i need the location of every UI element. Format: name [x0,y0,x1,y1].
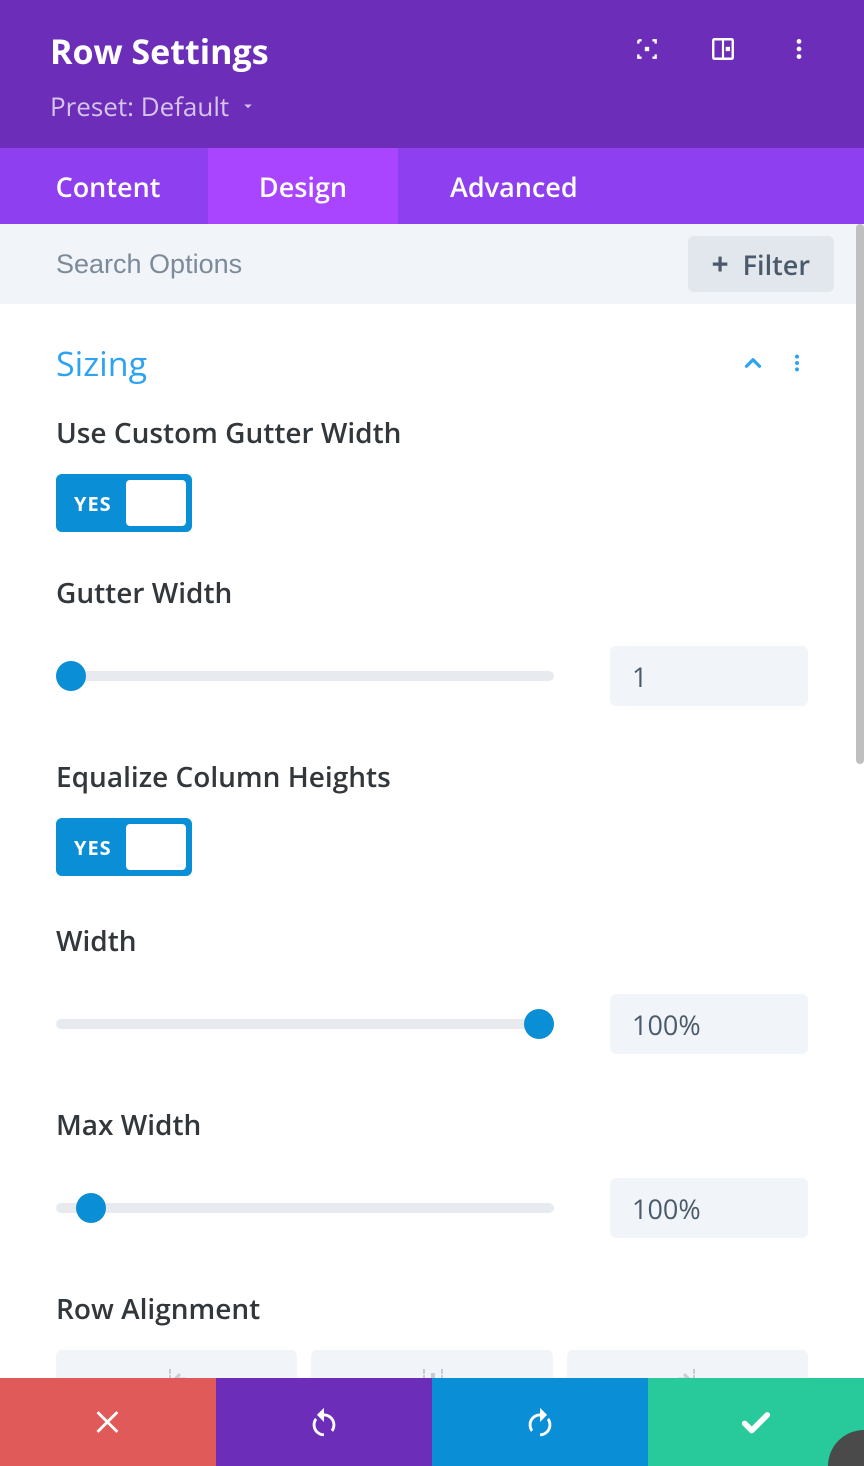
slider-thumb[interactable] [524,1009,554,1039]
redo-button[interactable] [432,1378,648,1466]
slider-track [56,1019,554,1029]
search-input[interactable] [56,249,688,280]
value-gutter-width[interactable]: 1 [610,646,808,706]
row-settings-modal: Row Settings [0,0,864,1466]
responsive-preview-icon[interactable] [632,34,662,64]
toggle-text: YES [74,834,112,861]
settings-tabs: Content Design Advanced [0,148,864,224]
slider-max-width[interactable] [56,1193,554,1223]
field-max-width: Max Width 100% [56,1106,808,1238]
collapse-section-icon[interactable] [738,348,768,378]
cancel-button[interactable] [0,1378,216,1466]
slider-thumb[interactable] [76,1193,106,1223]
field-equalize: Equalize Column Heights YES [56,758,808,876]
value-max-width[interactable]: 100% [610,1178,808,1238]
section-header-sizing: Sizing [56,340,808,386]
undo-button[interactable] [216,1378,432,1466]
slider-thumb[interactable] [56,661,86,691]
scrollbar[interactable] [856,224,864,764]
toggle-equalize[interactable]: YES [56,818,192,876]
modal-header: Row Settings [0,0,864,148]
chevron-down-icon [239,97,257,115]
label-width: Width [56,922,808,960]
toggle-custom-gutter[interactable]: YES [56,474,192,532]
more-options-icon[interactable] [784,34,814,64]
toggle-knob [126,824,186,870]
label-row-alignment: Row Alignment [56,1290,808,1328]
modal-title: Row Settings [50,28,269,74]
section-title: Sizing [56,340,738,386]
field-gutter-width: Gutter Width 1 [56,574,808,706]
filter-label: Filter [743,246,810,283]
modal-footer [0,1378,864,1466]
tab-design[interactable]: Design [208,148,398,224]
section-more-icon[interactable] [786,352,808,374]
options-search-bar: + Filter [0,224,864,304]
label-custom-gutter: Use Custom Gutter Width [56,414,808,452]
label-max-width: Max Width [56,1106,808,1144]
header-icon-group [632,34,814,64]
slider-gutter-width[interactable] [56,661,554,691]
toggle-knob [126,480,186,526]
value-width[interactable]: 100% [610,994,808,1054]
modal-snap-icon[interactable] [708,34,738,64]
slider-track [56,1203,554,1213]
modal-body: Sizing Use Custom Gutter Width YES Gutte… [0,304,864,1466]
tab-content[interactable]: Content [0,148,208,224]
tab-advanced[interactable]: Advanced [398,148,630,224]
slider-track [56,671,554,681]
preset-label: Preset: Default [50,88,229,124]
toggle-text: YES [74,490,112,517]
label-gutter-width: Gutter Width [56,574,808,612]
field-width: Width 100% [56,922,808,1054]
slider-width[interactable] [56,1009,554,1039]
label-equalize: Equalize Column Heights [56,758,808,796]
field-custom-gutter: Use Custom Gutter Width YES [56,414,808,532]
filter-button[interactable]: + Filter [688,236,835,292]
preset-selector[interactable]: Preset: Default [50,88,814,124]
